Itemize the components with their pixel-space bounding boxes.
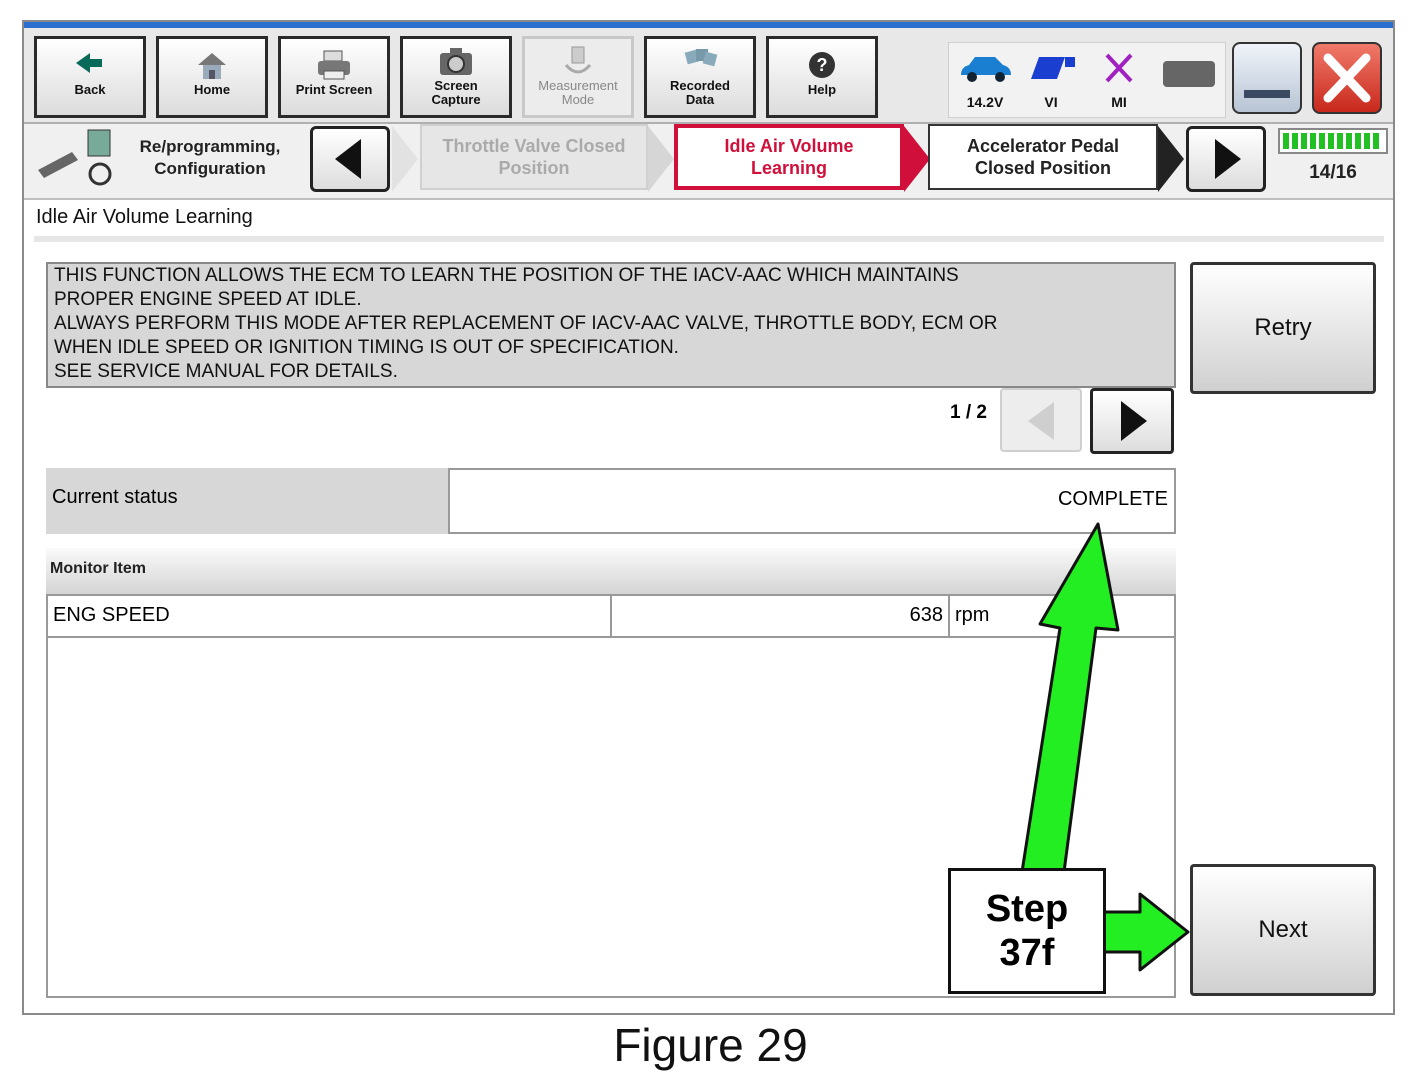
svg-text:?: ? bbox=[817, 55, 828, 75]
help-button[interactable]: ? Help bbox=[766, 36, 878, 118]
previous-step-button[interactable] bbox=[310, 126, 390, 192]
home-label: Home bbox=[193, 82, 231, 97]
home-button[interactable]: Home bbox=[156, 36, 268, 118]
recorded-data-label-line1: Recorded bbox=[670, 78, 730, 93]
home-icon bbox=[198, 53, 226, 79]
minimize-icon bbox=[1244, 90, 1290, 98]
current-step-line2: Learning bbox=[750, 158, 827, 178]
monitor-item-value: 638 bbox=[612, 596, 950, 638]
step-chevron-icon bbox=[1158, 126, 1184, 192]
reprogramming-icon bbox=[32, 126, 114, 192]
step-callout: Step 37f bbox=[948, 868, 1106, 994]
description-line: SEE SERVICE MANUAL FOR DETAILS. bbox=[54, 361, 398, 382]
monitor-item-name: ENG SPEED bbox=[48, 596, 612, 638]
section-title-line2: Configuration bbox=[154, 159, 266, 178]
current-status-value: COMPLETE bbox=[448, 468, 1176, 534]
help-icon: ? bbox=[809, 52, 835, 78]
measurement-mode-button[interactable]: Measurement Mode bbox=[522, 36, 634, 118]
next-step-button[interactable] bbox=[1186, 126, 1266, 192]
camera-icon bbox=[440, 48, 472, 75]
screen-capture-button[interactable]: Screen Capture bbox=[400, 36, 512, 118]
previous-step-line2: Position bbox=[498, 158, 570, 178]
measurement-icon bbox=[564, 46, 592, 74]
previous-step-line1: Throttle Valve Closed bbox=[442, 136, 626, 156]
next-page-button[interactable] bbox=[1090, 388, 1174, 454]
function-description: THIS FUNCTION ALLOWS THE ECM TO LEARN TH… bbox=[46, 262, 1176, 388]
help-label: Help bbox=[807, 82, 837, 97]
printer-icon bbox=[318, 50, 350, 80]
right-arrow-icon bbox=[1215, 139, 1241, 179]
next-step-line1: Accelerator Pedal bbox=[966, 136, 1120, 156]
vehicle-status-panel: 14.2V VI MI bbox=[948, 42, 1226, 118]
monitor-item-unit: rpm bbox=[950, 596, 1174, 638]
next-button[interactable]: Next bbox=[1190, 864, 1376, 996]
vi-indicator: VI bbox=[1021, 51, 1081, 110]
progress-bar bbox=[1278, 128, 1388, 154]
mi-disconnected-icon bbox=[1105, 53, 1133, 83]
step-idle-air-volume-learning: Idle Air Volume Learning bbox=[674, 124, 904, 190]
close-icon bbox=[1323, 53, 1371, 103]
left-arrow-icon bbox=[335, 139, 361, 179]
minimize-button[interactable] bbox=[1232, 42, 1302, 114]
figure-caption: Figure 29 bbox=[613, 1019, 808, 1071]
left-arrow-icon bbox=[1028, 402, 1054, 440]
back-button[interactable]: Back bbox=[34, 36, 146, 118]
section-title: Re/programming, Configuration bbox=[120, 136, 300, 180]
car-icon bbox=[961, 57, 1011, 82]
back-label: Back bbox=[74, 82, 106, 97]
page-title: Idle Air Volume Learning bbox=[36, 206, 253, 228]
description-line: ALWAYS PERFORM THIS MODE AFTER REPLACEME… bbox=[54, 313, 998, 334]
description-line: WHEN IDLE SPEED OR IGNITION TIMING IS OU… bbox=[54, 337, 679, 358]
callout-line2: 37f bbox=[999, 932, 1055, 974]
recorded-data-icon bbox=[684, 49, 718, 67]
section-title-line1: Re/programming, bbox=[139, 137, 281, 156]
step-throttle-valve-closed-position: Throttle Valve Closed Position bbox=[420, 124, 648, 190]
screen-capture-label-line1: Screen bbox=[434, 78, 478, 93]
page-indicator: 1 / 2 bbox=[950, 402, 987, 423]
description-line: PROPER ENGINE SPEED AT IDLE. bbox=[54, 289, 362, 310]
progress-bar-fill bbox=[1283, 133, 1381, 149]
description-line: THIS FUNCTION ALLOWS THE ECM TO LEARN TH… bbox=[54, 265, 959, 286]
next-step-line2: Closed Position bbox=[974, 158, 1111, 178]
current-status-label: Current status bbox=[46, 468, 448, 534]
previous-page-button[interactable] bbox=[1000, 388, 1082, 452]
measurement-mode-label-line2: Mode bbox=[561, 92, 595, 107]
app-window: Back Home Print Screen Screen Capture Me… bbox=[22, 20, 1395, 1015]
screen-capture-label-line2: Capture bbox=[431, 92, 481, 107]
voltage-value: 14.2V bbox=[966, 94, 1004, 110]
mi-label: MI bbox=[1111, 94, 1127, 110]
vi-label: VI bbox=[1044, 94, 1058, 110]
battery-icon bbox=[1163, 61, 1215, 87]
recorded-data-label-line2: Data bbox=[685, 92, 715, 107]
measurement-mode-label-line1: Measurement bbox=[538, 78, 618, 93]
current-step-line1: Idle Air Volume bbox=[724, 136, 854, 156]
monitor-item-header: Monitor Item bbox=[46, 548, 1176, 594]
divider bbox=[34, 236, 1384, 242]
back-arrow-icon bbox=[76, 53, 102, 73]
retry-button[interactable]: Retry bbox=[1190, 262, 1376, 394]
print-screen-label: Print Screen bbox=[295, 82, 373, 97]
step-chevron-icon bbox=[392, 126, 418, 192]
battery-voltage-indicator: 14.2V bbox=[955, 51, 1015, 110]
right-arrow-icon bbox=[1121, 401, 1147, 441]
vi-connector-icon bbox=[1031, 57, 1075, 79]
mi-indicator: MI bbox=[1089, 51, 1149, 110]
recorded-data-button[interactable]: Recorded Data bbox=[644, 36, 756, 118]
print-screen-button[interactable]: Print Screen bbox=[278, 36, 390, 118]
close-button[interactable] bbox=[1312, 42, 1382, 114]
callout-line1: Step bbox=[985, 888, 1069, 930]
step-accelerator-pedal-closed-position: Accelerator Pedal Closed Position bbox=[928, 124, 1158, 190]
toolbar: Back Home Print Screen Screen Capture Me… bbox=[24, 28, 1393, 124]
step-counter: 14/16 bbox=[1309, 162, 1357, 183]
